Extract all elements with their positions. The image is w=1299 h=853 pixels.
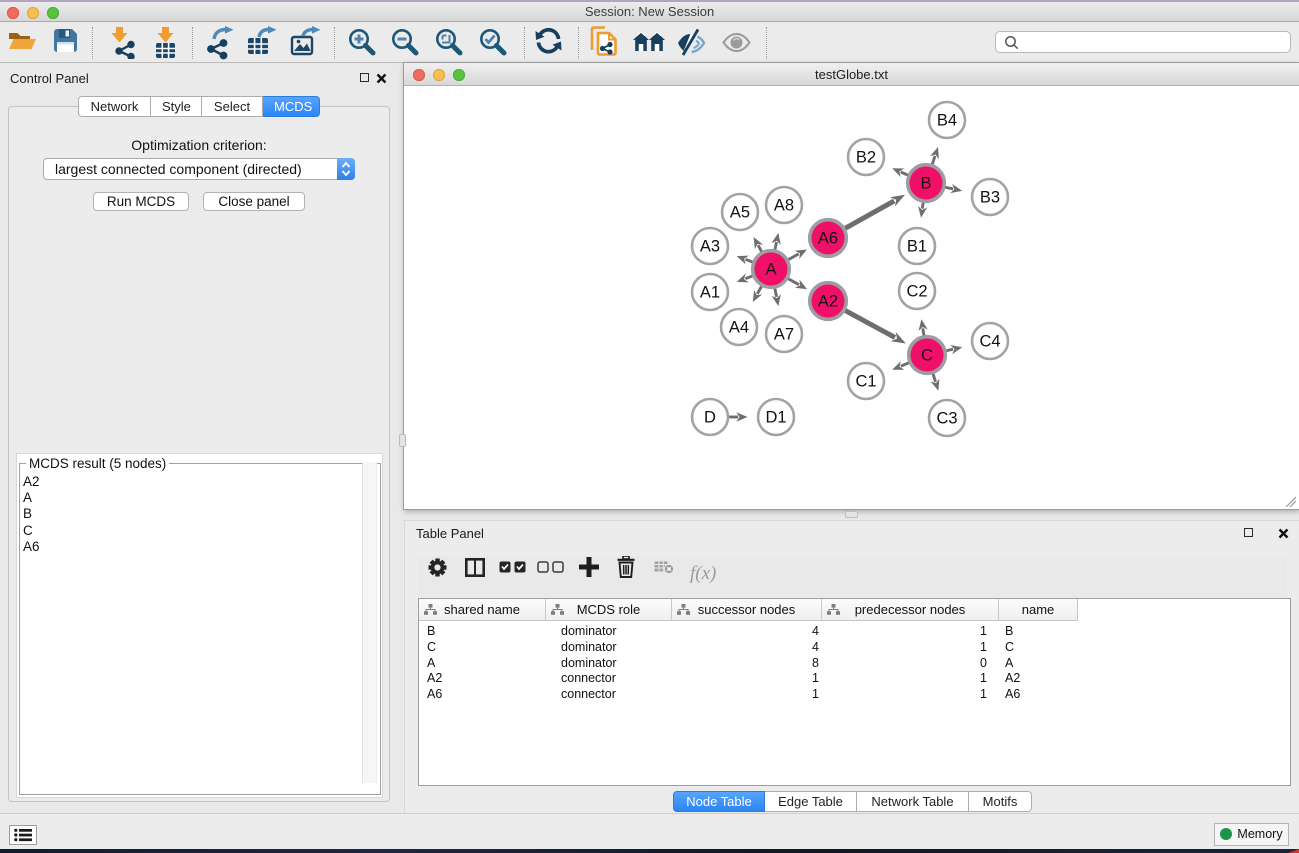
svg-text:A1: A1 <box>700 284 720 302</box>
svg-text:C4: C4 <box>979 333 1000 351</box>
svg-text:B4: B4 <box>937 112 957 130</box>
svg-text:D: D <box>704 409 716 427</box>
svg-text:C1: C1 <box>855 373 876 391</box>
svg-text:A4: A4 <box>729 319 749 337</box>
svg-text:A6: A6 <box>818 230 838 248</box>
svg-text:A8: A8 <box>774 197 794 215</box>
svg-text:B1: B1 <box>907 238 927 256</box>
svg-text:A: A <box>765 261 776 279</box>
svg-text:B2: B2 <box>856 149 876 167</box>
svg-text:A7: A7 <box>774 326 794 344</box>
svg-text:C2: C2 <box>906 283 927 301</box>
svg-text:B3: B3 <box>980 189 1000 207</box>
svg-text:A3: A3 <box>700 238 720 256</box>
svg-text:D1: D1 <box>765 409 786 427</box>
svg-text:A5: A5 <box>730 204 750 222</box>
svg-text:B: B <box>920 175 931 193</box>
svg-text:A2: A2 <box>818 293 838 311</box>
svg-text:C: C <box>921 347 933 365</box>
svg-text:C3: C3 <box>936 410 957 428</box>
